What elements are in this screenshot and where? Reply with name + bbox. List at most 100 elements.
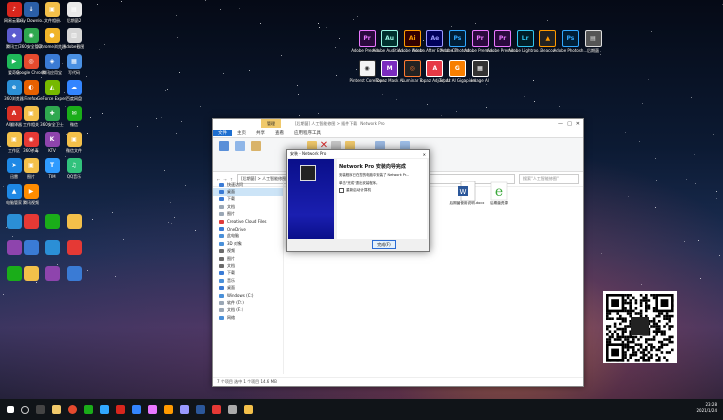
- nav-item[interactable]: 文档: [213, 262, 283, 269]
- nav-item[interactable]: OneDrive: [213, 225, 283, 232]
- qr-module: [606, 317, 609, 320]
- qr-module: [608, 325, 612, 328]
- tab-view[interactable]: 查看: [270, 130, 289, 136]
- taskbar-app-icon[interactable]: [244, 405, 253, 414]
- tab-app-tools[interactable]: 应用程序工具: [289, 130, 326, 136]
- taskbar-music-icon[interactable]: [116, 405, 125, 414]
- nav-item[interactable]: 图片: [213, 255, 283, 262]
- nav-item[interactable]: 快速访问: [213, 181, 283, 188]
- minimize-icon[interactable]: —: [558, 121, 563, 127]
- system-tray-clock[interactable]: 23:28 2021/1/24: [696, 402, 717, 414]
- desktop-app-icon[interactable]: Au Adobe Audition...: [372, 30, 407, 53]
- finish-button[interactable]: 完成(F): [372, 240, 396, 249]
- nav-item[interactable]: 桌面: [213, 188, 283, 196]
- desktop-app-icon[interactable]: ▤ 后期菌: [583, 30, 603, 53]
- search-input[interactable]: 搜索"人工智能修图": [519, 174, 579, 184]
- nav-item[interactable]: 音乐: [213, 277, 283, 284]
- tab-file[interactable]: 文件: [213, 129, 232, 136]
- app-icon: [44, 240, 60, 255]
- nav-item[interactable]: 此电脑: [213, 233, 283, 240]
- qr-module: [665, 317, 669, 320]
- qr-module: [652, 346, 656, 349]
- qr-module: [626, 343, 630, 346]
- taskbar-app-icon[interactable]: [132, 405, 141, 414]
- desktop-icon[interactable]: [40, 266, 64, 281]
- taskbar-app-icon[interactable]: [212, 405, 221, 414]
- desktop-icon[interactable]: ◭GeForce Experience: [37, 80, 67, 101]
- nav-item[interactable]: 桌面: [213, 284, 283, 291]
- desktop-icon[interactable]: ▦ 写代码: [62, 54, 86, 75]
- desktop-icon[interactable]: K KTV: [40, 132, 64, 153]
- qr-module: [645, 346, 648, 349]
- paste-button[interactable]: [249, 141, 263, 151]
- taskbar-wechat-icon[interactable]: [84, 405, 93, 414]
- app-icon: Pr: [471, 30, 489, 47]
- desktop-icon[interactable]: ◈ 腾讯应用宝: [40, 54, 64, 75]
- ribbon-context-tab[interactable]: 管理: [261, 119, 281, 128]
- nav-item-label: 文档: [227, 203, 235, 209]
- desktop-icon[interactable]: ▶ 腾讯视频: [19, 184, 43, 205]
- taskbar-chrome-icon[interactable]: [68, 405, 77, 414]
- dialog-close-icon[interactable]: ✕: [423, 152, 426, 157]
- taskbar-explorer-icon[interactable]: [52, 405, 61, 414]
- qr-module: [650, 338, 653, 341]
- nav-item[interactable]: 视频: [213, 248, 283, 255]
- desktop-icon[interactable]: ✉ 微信: [62, 106, 86, 127]
- nav-item[interactable]: 文档: [213, 203, 283, 210]
- desktop-app-icon[interactable]: Ps Adobe Photosh...: [554, 30, 587, 53]
- search-icon[interactable]: [21, 405, 29, 414]
- taskbar-photoshop-icon[interactable]: [100, 405, 109, 414]
- start-icon[interactable]: [7, 406, 14, 413]
- desktop-icon[interactable]: ● Chrome浏览器: [38, 28, 66, 49]
- desktop-icon[interactable]: ▣ 微信文件: [62, 132, 86, 153]
- nav-item[interactable]: 下载: [213, 196, 283, 203]
- desktop-app-icon[interactable]: G Topaz AI Gigapixel: [439, 60, 476, 83]
- maximize-icon[interactable]: □: [567, 121, 572, 127]
- star: [86, 269, 88, 271]
- copy-button[interactable]: [233, 141, 247, 151]
- desktop-app-icon[interactable]: ◉ Pinterst CorelDee: [350, 60, 384, 83]
- nav-item[interactable]: 图片: [213, 211, 283, 218]
- qr-module: [665, 312, 669, 315]
- desktop-icon[interactable]: T TIM: [40, 158, 64, 179]
- desktop-app-icon[interactable]: Lr Adobe Lightroo...: [508, 30, 542, 53]
- taskbar-premiere-icon[interactable]: [148, 405, 157, 414]
- nav-item[interactable]: 3D 对象: [213, 240, 283, 247]
- taskbar-app-icon[interactable]: [228, 405, 237, 414]
- task-view-icon[interactable]: [36, 405, 45, 414]
- desktop-icon[interactable]: [40, 240, 64, 255]
- desktop-app-icon[interactable]: M Topaz Mask AI: [376, 60, 404, 83]
- star: [485, 107, 487, 109]
- desktop-icon[interactable]: ▥ Adobe截图: [62, 28, 86, 49]
- taskbar-illustrator-icon[interactable]: [164, 405, 173, 414]
- star: [249, 69, 251, 71]
- nav-item[interactable]: 下载: [213, 270, 283, 277]
- desktop-icon[interactable]: ▣ 文件相册: [40, 2, 64, 23]
- word-document-icon: W: [458, 181, 476, 201]
- close-icon[interactable]: ✕: [576, 121, 580, 127]
- qr-module: [632, 348, 635, 352]
- file-item-shortcut[interactable]: e 后期菌资源: [481, 181, 517, 206]
- desktop-icon[interactable]: ▤ 后期菌2: [62, 2, 86, 23]
- desktop-icon[interactable]: [40, 214, 64, 229]
- desktop-app-icon[interactable]: ▦ Image AI: [470, 60, 490, 83]
- desktop-icon[interactable]: ✚ 360安全卫士: [40, 106, 64, 127]
- qr-module: [645, 338, 648, 341]
- taskbar-installer-icon[interactable]: [196, 405, 205, 414]
- nav-item[interactable]: Creative Cloud Files: [213, 218, 283, 225]
- desktop-icon-label: 后期菌2: [66, 18, 82, 23]
- file-item-doc[interactable]: W 后期菌使用说明.docx: [449, 181, 485, 206]
- qr-module: [652, 320, 656, 323]
- qr-module: [645, 299, 648, 302]
- desktop-icon[interactable]: ♫ QQ音乐: [62, 158, 86, 179]
- desktop-icon[interactable]: [62, 214, 86, 229]
- tab-home[interactable]: 主页: [232, 130, 251, 136]
- tab-share[interactable]: 共享: [251, 130, 270, 136]
- desktop-icon[interactable]: ☁ 百度网盘: [62, 80, 86, 101]
- pin-button[interactable]: [217, 141, 231, 151]
- restart-checkbox[interactable]: 重新启动计算机: [339, 188, 427, 193]
- taskbar-aftereffects-icon[interactable]: [180, 405, 189, 414]
- desktop-icon[interactable]: [62, 266, 86, 281]
- desktop-icon[interactable]: [62, 240, 86, 255]
- app-icon: ✉: [66, 106, 82, 121]
